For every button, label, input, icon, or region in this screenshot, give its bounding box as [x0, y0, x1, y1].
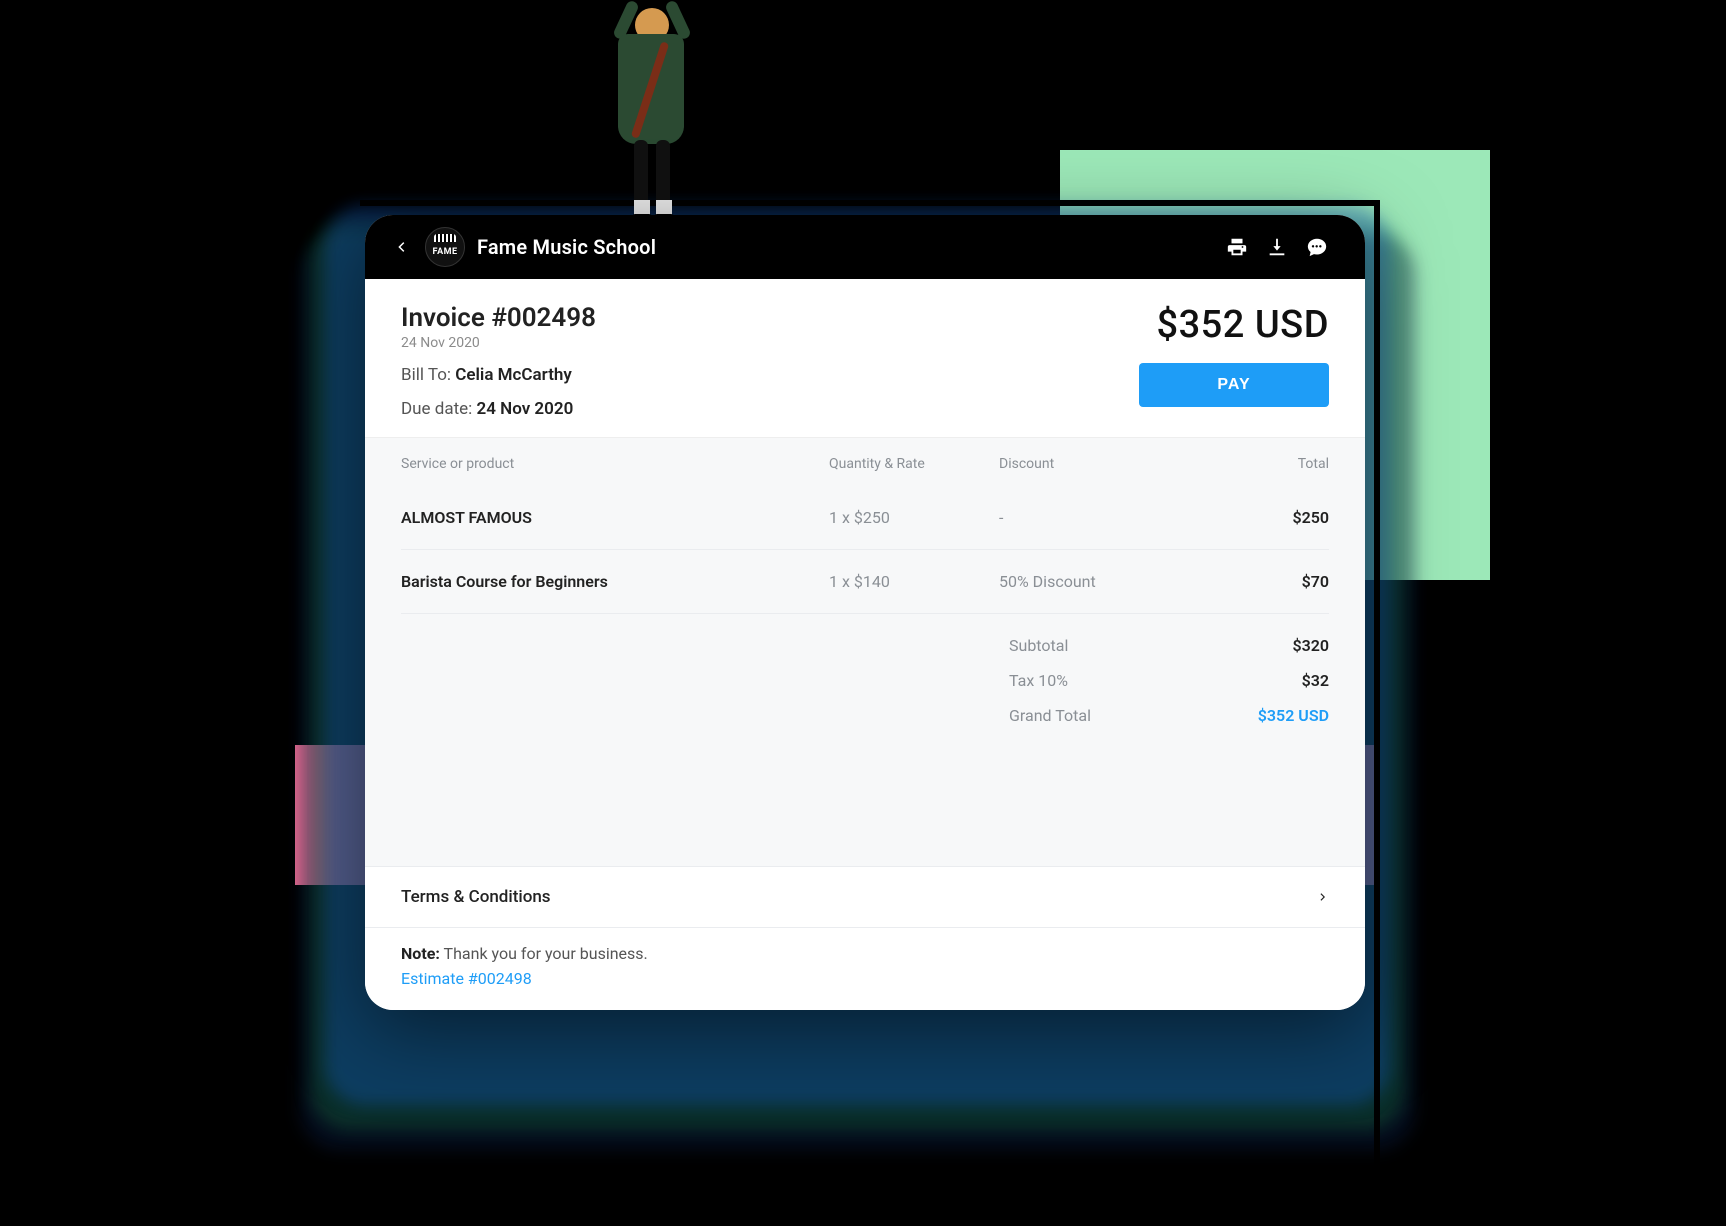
school-name: Fame Music School: [477, 235, 656, 259]
back-button[interactable]: [383, 229, 419, 265]
chevron-right-icon: [1317, 887, 1329, 907]
invoice-info: Invoice #002498 24 Nov 2020 Bill To: Cel…: [365, 279, 1365, 437]
col-qty-rate: Quantity & Rate: [829, 456, 999, 472]
subtotal-label: Subtotal: [1009, 636, 1209, 655]
person-illustration: [590, 0, 710, 250]
estimate-link[interactable]: Estimate #002498: [401, 969, 532, 988]
download-icon: [1266, 236, 1288, 258]
subtotal-value: $320: [1209, 636, 1329, 655]
table-row: Barista Course for Beginners 1 x $140 50…: [401, 550, 1329, 614]
invoice-panel: FAME Fame Music School Invoice #002498 2…: [365, 215, 1365, 1010]
cell-qty-rate: 1 x $250: [829, 508, 999, 527]
tax-value: $32: [1209, 671, 1329, 690]
chat-button[interactable]: [1297, 227, 1337, 267]
due-date-value: 24 Nov 2020: [477, 399, 574, 419]
due-date-label: Due date:: [401, 399, 472, 419]
logo-text: FAME: [432, 248, 457, 257]
terms-and-conditions-row[interactable]: Terms & Conditions: [365, 866, 1365, 927]
cell-total: $70: [1189, 572, 1329, 591]
tax-label: Tax 10%: [1009, 671, 1209, 690]
download-button[interactable]: [1257, 227, 1297, 267]
bill-to-label: Bill To:: [401, 365, 451, 385]
table-header-row: Service or product Quantity & Rate Disco…: [401, 438, 1329, 486]
cell-discount: -: [999, 508, 1189, 527]
cell-service: Barista Course for Beginners: [401, 572, 829, 591]
bill-to-row: Bill To: Celia McCarthy: [401, 365, 596, 385]
grand-total-value: $352 USD: [1209, 706, 1329, 725]
cell-qty-rate: 1 x $140: [829, 572, 999, 591]
cell-service: ALMOST FAMOUS: [401, 508, 829, 527]
due-date-row: Due date: 24 Nov 2020: [401, 399, 596, 419]
cell-total: $250: [1189, 508, 1329, 527]
subtotal-row: Subtotal $320: [401, 628, 1329, 663]
chat-icon: [1306, 236, 1328, 258]
spacer: [365, 743, 1365, 866]
cell-discount: 50% Discount: [999, 572, 1189, 591]
invoice-date: 24 Nov 2020: [401, 335, 596, 351]
tax-row: Tax 10% $32: [401, 663, 1329, 698]
school-logo: FAME: [425, 227, 465, 267]
grand-total-row: Grand Total $352 USD: [401, 698, 1329, 733]
table-row: ALMOST FAMOUS 1 x $250 - $250: [401, 486, 1329, 550]
note-text: Thank you for your business.: [444, 944, 648, 963]
invoice-amount: $352 USD: [1139, 303, 1329, 347]
grand-total-label: Grand Total: [1009, 706, 1209, 725]
panel-header: FAME Fame Music School: [365, 215, 1365, 279]
summary-block: Subtotal $320 Tax 10% $32 Grand Total $3…: [365, 614, 1365, 743]
print-button[interactable]: [1217, 227, 1257, 267]
pay-button[interactable]: PAY: [1139, 363, 1329, 407]
note-label: Note:: [401, 944, 440, 963]
col-discount: Discount: [999, 456, 1189, 472]
terms-label: Terms & Conditions: [401, 887, 551, 907]
bill-to-value: Celia McCarthy: [455, 365, 572, 385]
chevron-left-icon: [393, 235, 409, 259]
col-service: Service or product: [401, 456, 829, 472]
note-block: Note: Thank you for your business. Estim…: [365, 927, 1365, 1010]
invoice-title: Invoice #002498: [401, 303, 596, 333]
print-icon: [1226, 236, 1248, 258]
col-total: Total: [1189, 456, 1329, 472]
line-items-table: Service or product Quantity & Rate Disco…: [365, 437, 1365, 614]
